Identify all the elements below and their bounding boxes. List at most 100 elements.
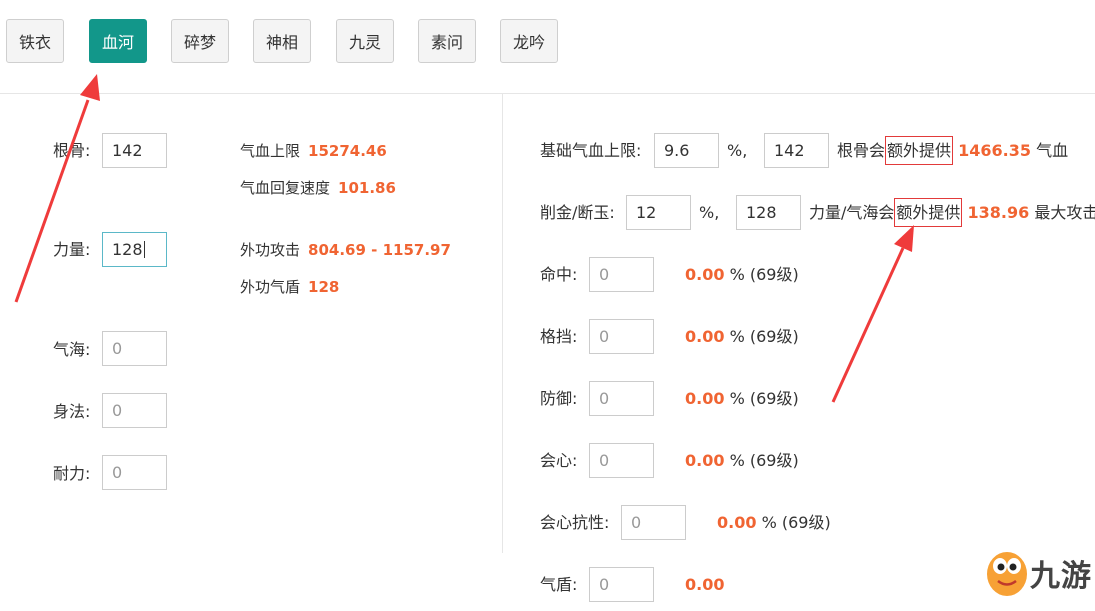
attr-label-shenfa: 身法: xyxy=(53,402,91,421)
bonus-input-base-hp-pct[interactable]: 9.6 xyxy=(654,133,719,168)
bonus-input-base-hp-base[interactable]: 142 xyxy=(764,133,829,168)
attr-label-qihai: 气海: xyxy=(53,340,91,359)
sec-result-mingzhong: 0.00 % (69级) xyxy=(685,265,799,285)
stat-value: 128 xyxy=(308,278,340,296)
bonus-input-value: 12 xyxy=(636,203,657,222)
attr-label-gengu: 根骨: xyxy=(53,141,91,160)
sec-input-placeholder: 0 xyxy=(599,575,610,594)
sec-result-huixin: 0.00 % (69级) xyxy=(685,451,799,471)
sec-input-placeholder: 0 xyxy=(599,389,610,408)
percent-sign: %, xyxy=(727,141,748,160)
sec-input-placeholder: 0 xyxy=(599,451,610,470)
arrow-to-xuehe-tab xyxy=(14,74,100,303)
bonus-result-xiaojin: 力量/气海会 额外提供 138.96 最大攻击 xyxy=(809,198,1095,227)
sec-unit: % xyxy=(729,327,745,346)
sec-label-huixin-kangxing: 会心抗性: xyxy=(540,513,610,532)
bonus-text: 力量/气海会 xyxy=(809,203,895,222)
sec-input-placeholder: 0 xyxy=(599,265,610,284)
bonus-text: 根骨会 xyxy=(837,141,886,160)
sec-value: 0.00 xyxy=(685,575,725,594)
stat-value: 101.86 xyxy=(338,179,396,197)
sec-value: 0.00 xyxy=(685,451,725,470)
sec-note: (69级) xyxy=(781,513,831,532)
tab-jiuling[interactable]: 九灵 xyxy=(336,19,394,63)
divider-horizontal xyxy=(0,93,1095,94)
bonus-input-xiaojin-base[interactable]: 128 xyxy=(736,195,801,230)
annotation-box: 额外提供 xyxy=(885,136,954,165)
sec-input-placeholder: 0 xyxy=(631,513,642,532)
sec-value: 0.00 xyxy=(685,327,725,346)
sec-note: (69级) xyxy=(749,389,799,408)
sec-value: 0.00 xyxy=(717,513,757,532)
bonus-suffix: 气血 xyxy=(1036,141,1069,160)
sec-input-huixin[interactable]: 0 xyxy=(589,443,654,478)
tab-suwen[interactable]: 素问 xyxy=(418,19,476,63)
attr-input-qihai-placeholder: 0 xyxy=(112,339,123,358)
sec-note: (69级) xyxy=(749,327,799,346)
stat-label: 气血上限 xyxy=(240,142,301,160)
stat-external-shield: 外功气盾 128 xyxy=(240,277,339,297)
stat-label: 外功攻击 xyxy=(240,241,301,259)
stat-hp-regen: 气血回复速度 101.86 xyxy=(240,178,396,198)
arrow-to-extra-bonus xyxy=(831,225,914,403)
stat-label: 气血回复速度 xyxy=(240,179,331,197)
sec-label-qidun: 气盾: xyxy=(540,575,578,594)
sec-result-fangyu: 0.00 % (69级) xyxy=(685,389,799,409)
attr-input-shenfa-placeholder: 0 xyxy=(112,401,123,420)
attr-input-shenfa[interactable]: 0 xyxy=(102,393,167,428)
annotation-box: 额外提供 xyxy=(894,198,963,227)
attr-input-gengu-value: 142 xyxy=(112,141,143,160)
stat-value: 15274.46 xyxy=(308,142,387,160)
stat-external-attack: 外功攻击 804.69 - 1157.97 xyxy=(240,240,451,260)
attr-label-liliang: 力量: xyxy=(53,240,91,259)
stat-value: 804.69 - 1157.97 xyxy=(308,241,451,259)
sec-input-qidun[interactable]: 0 xyxy=(589,567,654,602)
bonus-input-value: 9.6 xyxy=(664,141,690,160)
bonus-input-xiaojin-pct[interactable]: 12 xyxy=(626,195,691,230)
sec-result-huixin-kangxing: 0.00 % (69级) xyxy=(717,513,831,533)
sec-result-qidun: 0.00 xyxy=(685,575,724,595)
text-caret xyxy=(143,241,145,258)
sec-unit: % xyxy=(761,513,777,532)
sec-note: (69级) xyxy=(749,265,799,284)
tab-longyin[interactable]: 龙吟 xyxy=(500,19,558,63)
bonus-value: 1466.35 xyxy=(958,141,1031,160)
sec-input-placeholder: 0 xyxy=(599,327,610,346)
attr-label-naili: 耐力: xyxy=(53,464,91,483)
bonus-suffix: 最大攻击 xyxy=(1034,203,1095,222)
bonus-input-value: 142 xyxy=(774,141,805,160)
bonus-input-value: 128 xyxy=(746,203,777,222)
percent-sign: %, xyxy=(699,203,720,222)
sec-input-huixin-kangxing[interactable]: 0 xyxy=(621,505,686,540)
divider-vertical xyxy=(502,93,503,553)
sec-input-mingzhong[interactable]: 0 xyxy=(589,257,654,292)
tab-suimeng[interactable]: 碎梦 xyxy=(171,19,229,63)
sec-input-fangyu[interactable]: 0 xyxy=(589,381,654,416)
tab-shenxiang[interactable]: 神相 xyxy=(253,19,311,63)
attr-input-gengu[interactable]: 142 xyxy=(102,133,167,168)
bonus-label-xiaojin: 削金/断玉: xyxy=(540,203,615,222)
attr-input-qihai[interactable]: 0 xyxy=(102,331,167,366)
sec-value: 0.00 xyxy=(685,389,725,408)
bonus-value: 138.96 xyxy=(967,203,1030,222)
attr-input-liliang-value: 128 xyxy=(112,240,143,259)
sec-label-gedang: 格挡: xyxy=(540,327,578,346)
sec-label-fangyu: 防御: xyxy=(540,389,578,408)
sec-input-gedang[interactable]: 0 xyxy=(589,319,654,354)
tab-tieyi[interactable]: 铁衣 xyxy=(6,19,64,63)
stat-label: 外功气盾 xyxy=(240,278,301,296)
stat-hp-max: 气血上限 15274.46 xyxy=(240,141,387,161)
sec-unit: % xyxy=(729,389,745,408)
sec-label-mingzhong: 命中: xyxy=(540,265,578,284)
attr-input-liliang[interactable]: 128 xyxy=(102,232,167,267)
bonus-label-base-hp: 基础气血上限: xyxy=(540,141,642,160)
sec-note: (69级) xyxy=(749,451,799,470)
sec-label-huixin: 会心: xyxy=(540,451,578,470)
attr-input-naili-placeholder: 0 xyxy=(112,463,123,482)
sec-value: 0.00 xyxy=(685,265,725,284)
watermark-text: 九游 xyxy=(1030,559,1092,594)
sec-result-gedang: 0.00 % (69级) xyxy=(685,327,799,347)
tab-xuehe[interactable]: 血河 xyxy=(89,19,147,63)
sec-unit: % xyxy=(729,451,745,470)
attr-input-naili[interactable]: 0 xyxy=(102,455,167,490)
